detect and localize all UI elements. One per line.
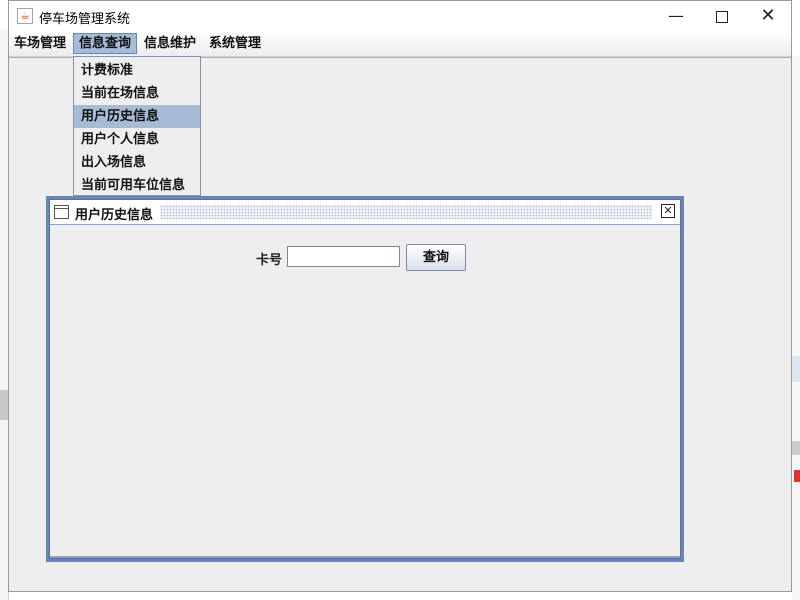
maximize-icon <box>716 10 728 23</box>
menu-item-user-history[interactable]: 用户历史信息 <box>74 105 200 128</box>
menu-parking-management[interactable]: 车场管理 <box>9 33 71 54</box>
menu-item-entry-exit[interactable]: 出入场信息 <box>74 151 200 174</box>
minimize-icon: — <box>668 6 684 25</box>
window-icon <box>54 205 69 219</box>
info-query-dropdown: 计费标准 当前在场信息 用户历史信息 用户个人信息 出入场信息 当前可用车位信息 <box>73 56 201 196</box>
background-bar <box>792 441 800 455</box>
minimize-button[interactable]: — <box>653 1 699 31</box>
internal-frame-title: 用户历史信息 <box>75 208 154 223</box>
query-button[interactable]: 查询 <box>406 244 466 271</box>
java-app-icon: ☕ <box>17 8 33 24</box>
menu-item-billing-standard[interactable]: 计费标准 <box>74 59 200 82</box>
main-window: ☕ 停车场管理系统 — ✕ 车场管理 信息查询 信息维护 系统管理 计费标准 当… <box>8 0 792 592</box>
close-button[interactable]: ✕ <box>745 1 791 31</box>
card-number-input[interactable] <box>287 246 400 267</box>
user-history-internal-frame: 用户历史信息 ✕ 卡号 查询 <box>46 196 684 562</box>
menu-bar: 车场管理 信息查询 信息维护 系统管理 <box>9 31 791 57</box>
internal-frame-body: 用户历史信息 ✕ 卡号 查询 <box>49 199 681 559</box>
title-bar-texture <box>160 205 652 219</box>
menu-item-available-spaces[interactable]: 当前可用车位信息 <box>74 174 200 197</box>
maximize-button[interactable] <box>699 1 745 31</box>
background-scroll-strip <box>0 390 8 420</box>
close-icon: ✕ <box>760 5 776 26</box>
internal-frame-bottom-edge <box>50 556 680 558</box>
title-bar: ☕ 停车场管理系统 — ✕ <box>9 1 791 31</box>
menu-item-current-onsite[interactable]: 当前在场信息 <box>74 82 200 105</box>
menu-item-user-personal[interactable]: 用户个人信息 <box>74 128 200 151</box>
menu-info-query[interactable]: 信息查询 <box>73 33 138 54</box>
background-highlight <box>792 356 800 382</box>
background-red-marker <box>794 470 800 482</box>
window-title: 停车场管理系统 <box>39 12 131 27</box>
internal-frame-title-bar[interactable]: 用户历史信息 ✕ <box>50 200 680 225</box>
internal-frame-close-button[interactable]: ✕ <box>661 204 675 218</box>
menu-system-management[interactable]: 系统管理 <box>204 33 266 54</box>
background-app-right-edge <box>792 56 800 600</box>
card-number-label: 卡号 <box>256 253 283 268</box>
close-icon: ✕ <box>663 204 673 217</box>
menu-info-maintenance[interactable]: 信息维护 <box>139 33 201 54</box>
